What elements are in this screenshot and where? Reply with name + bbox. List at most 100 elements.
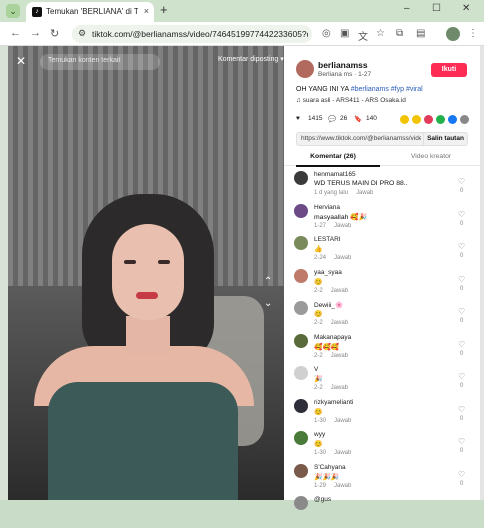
eye-off-icon[interactable]: ◎: [322, 28, 331, 39]
close-window-button[interactable]: ✕: [462, 3, 470, 14]
tab-comments[interactable]: Komentar (26): [284, 153, 382, 160]
comment-like-icon[interactable]: ♡: [458, 437, 465, 446]
related-search-input[interactable]: Temukan konten terkait: [40, 54, 160, 70]
next-video-icon[interactable]: ⌄: [264, 298, 272, 309]
comment-date: 1-27: [314, 222, 327, 229]
reply-button[interactable]: Jawab: [334, 255, 351, 261]
comment-like-icon[interactable]: ♡: [458, 470, 465, 479]
address-url[interactable]: tiktok.com/@berlianamss/video/7464519977…: [92, 29, 308, 39]
commenter-avatar[interactable]: [294, 333, 308, 348]
tab-search-icon[interactable]: ⌄: [6, 4, 20, 18]
share-more-icon[interactable]: [460, 115, 469, 124]
reply-button[interactable]: Jawab: [334, 418, 351, 424]
commenter-avatar[interactable]: [294, 171, 308, 185]
comment-like-icon[interactable]: ♡: [458, 242, 465, 251]
comment-like-icon[interactable]: ♡: [458, 177, 465, 186]
copy-link-button[interactable]: Salin tautan: [423, 132, 467, 146]
commenter-name[interactable]: Dewiii_🌸: [314, 301, 343, 309]
share-instagram-icon[interactable]: [424, 115, 433, 124]
bookmark-star-icon[interactable]: ☆: [376, 28, 385, 39]
comment-date: 1 d yang lalu: [314, 190, 349, 196]
comment-like-icon[interactable]: ♡: [458, 372, 465, 381]
comment-posted-dropdown[interactable]: Komentar diposting ▾: [218, 55, 284, 63]
comment-meta: [314, 515, 322, 521]
address-bar[interactable]: ⚙ tiktok.com/@berlianamss/video/74645199…: [72, 25, 312, 43]
share-embed-icon[interactable]: [400, 115, 409, 124]
commenter-avatar[interactable]: [294, 236, 308, 250]
author-username[interactable]: berlianamss: [318, 60, 368, 70]
bookmark-icon[interactable]: 🔖: [354, 115, 362, 123]
previous-video-icon[interactable]: ⌃: [264, 276, 272, 287]
comment-like-icon[interactable]: ♡: [458, 307, 465, 316]
video-player[interactable]: ✕ Temukan konten terkait Komentar dipost…: [8, 46, 284, 500]
minimize-button[interactable]: –: [404, 3, 410, 14]
comment-icon[interactable]: 💬: [328, 115, 336, 123]
background-strip: [0, 46, 8, 500]
reply-button[interactable]: Jawab: [331, 320, 348, 326]
commenter-avatar[interactable]: [294, 301, 308, 315]
reply-button[interactable]: Jawab: [334, 450, 351, 456]
share-whatsapp-icon[interactable]: [436, 115, 445, 124]
forward-icon[interactable]: →: [30, 27, 41, 39]
comment-item: Makanapaya 🥰🥰🥰 2-2 Jawab ♡ 0: [284, 333, 480, 366]
close-video-icon[interactable]: ✕: [16, 54, 26, 68]
extension-icon[interactable]: ⧉: [396, 28, 403, 39]
comment-like-count: 0: [460, 220, 464, 227]
commenter-avatar[interactable]: [294, 203, 308, 218]
commenter-name[interactable]: Herviana: [314, 204, 340, 211]
comment-like-count: 0: [460, 415, 464, 422]
site-info-icon[interactable]: ⚙: [78, 28, 86, 39]
commenter-name[interactable]: rizkyamelianti: [314, 399, 353, 406]
back-icon[interactable]: ←: [10, 27, 21, 39]
comment-like-icon[interactable]: ♡: [458, 405, 465, 414]
commenter-name[interactable]: henmamat165: [314, 171, 356, 178]
install-app-icon[interactable]: ▣: [340, 28, 349, 39]
comment-like-icon[interactable]: ♡: [458, 210, 465, 219]
menu-dots-icon[interactable]: ⋮: [468, 28, 478, 39]
commenter-avatar[interactable]: [294, 496, 308, 510]
comment-meta: 1 d yang lalu Jawab: [314, 190, 373, 196]
share-facebook-icon[interactable]: [448, 115, 457, 124]
commenter-avatar[interactable]: [294, 366, 308, 380]
reload-icon[interactable]: ↻: [50, 27, 59, 40]
reply-button[interactable]: Jawab: [334, 223, 351, 229]
commenter-avatar[interactable]: [294, 268, 308, 283]
profile-avatar[interactable]: [446, 27, 460, 41]
comment-text: 😊: [314, 311, 323, 318]
commenter-avatar[interactable]: [294, 431, 308, 445]
new-tab-button[interactable]: +: [160, 3, 168, 16]
active-tab-underline: [296, 165, 380, 167]
commenter-name[interactable]: LESTARI: [314, 236, 341, 243]
commenter-name[interactable]: S'Cahyana: [314, 464, 346, 471]
comment-like-icon[interactable]: ♡: [458, 340, 465, 349]
comment-text: WD TERUS MAIN DI PRO 88..: [314, 180, 408, 187]
share-friends-icon[interactable]: [412, 115, 421, 124]
commenter-name[interactable]: yaa_syaa: [314, 269, 342, 276]
commenter-name[interactable]: Makanapaya: [314, 334, 351, 341]
translate-icon[interactable]: 文: [358, 28, 368, 43]
tab-close-icon[interactable]: ×: [144, 6, 149, 16]
like-icon[interactable]: ♥: [296, 115, 300, 122]
author-avatar[interactable]: [296, 60, 314, 78]
reply-button[interactable]: Jawab: [331, 385, 348, 391]
commenter-avatar[interactable]: [294, 398, 308, 413]
page-scrollbar[interactable]: [480, 46, 484, 500]
comment-text: 😊: [314, 278, 323, 286]
tab-creator-videos[interactable]: Video kreator: [382, 153, 480, 160]
commenter-name[interactable]: wyy: [314, 431, 325, 438]
maximize-button[interactable]: ☐: [432, 3, 441, 14]
reply-button[interactable]: Jawab: [334, 483, 351, 489]
browser-tab[interactable]: ♪ Temukan 'BERLIANA' di TikTok ×: [26, 2, 154, 22]
comment-like-icon[interactable]: ♡: [458, 275, 465, 284]
reply-button[interactable]: Jawab: [331, 288, 348, 294]
commenter-avatar[interactable]: [294, 463, 308, 478]
commenter-name[interactable]: V: [314, 366, 318, 373]
caption-hashtags[interactable]: #berlianams #fyp #viral: [351, 86, 423, 93]
reply-button[interactable]: Jawab: [331, 353, 348, 359]
sidebar-icon[interactable]: ▤: [416, 28, 425, 39]
comment-meta: 2-2 Jawab: [314, 353, 348, 359]
video-link-field[interactable]: https://www.tiktok.com/@berlianamss/vide…: [296, 132, 468, 146]
reply-button[interactable]: Jawab: [356, 190, 373, 196]
music-link[interactable]: ♫ suara asli - ARS411 - ARS Osaka.id: [296, 97, 406, 104]
follow-button[interactable]: Ikuti: [431, 63, 467, 77]
